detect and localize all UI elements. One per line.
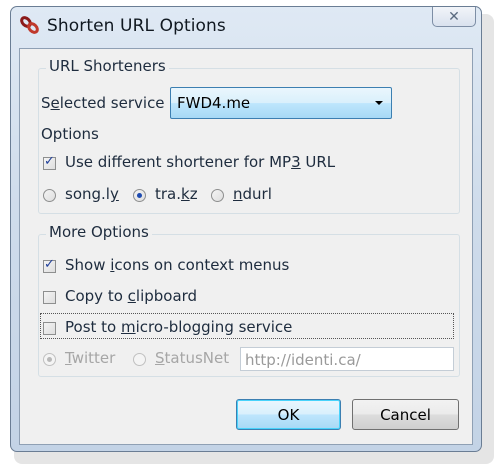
radio-trakz-label[interactable]: tra.kz: [155, 185, 198, 203]
use-different-shortener-checkbox[interactable]: ✓: [43, 154, 56, 170]
selected-service-label: Selected service: [41, 94, 165, 112]
close-icon: ✕: [448, 8, 460, 25]
show-icons-checkbox[interactable]: ✓: [43, 257, 56, 273]
radio-ndurl[interactable]: [211, 189, 224, 202]
radio-twitter-label[interactable]: Twitter: [65, 349, 115, 367]
title-bar[interactable]: Shorten URL Options ✕: [11, 7, 481, 49]
close-button[interactable]: ✕: [432, 7, 476, 27]
checkmark-icon: ✓: [44, 257, 55, 272]
dialog-client-area: URL Shorteners Selected service FWD4.me …: [19, 48, 473, 445]
radio-trakz[interactable]: [133, 189, 146, 202]
options-label: Options: [41, 125, 99, 143]
radio-songly-label[interactable]: song.ly: [65, 185, 119, 203]
service-select-value: FWD4.me: [177, 94, 251, 112]
radio-ndurl-label[interactable]: ndurl: [233, 185, 272, 203]
statusnet-url-input[interactable]: http://identi.ca/: [240, 347, 454, 371]
statusnet-url-value: http://identi.ca/: [245, 351, 361, 369]
window-title: Shorten URL Options: [47, 16, 226, 36]
url-shorteners-label: URL Shorteners: [46, 57, 169, 75]
service-select[interactable]: FWD4.me: [170, 87, 392, 119]
radio-twitter[interactable]: [43, 353, 56, 366]
more-options-label: More Options: [46, 223, 152, 241]
checkmark-icon: ✓: [44, 154, 55, 169]
post-to-microblog-checkbox[interactable]: [43, 322, 56, 335]
chain-link-icon: [20, 16, 39, 34]
options-dialog: Shorten URL Options ✕ URL Shorteners Sel…: [10, 6, 482, 452]
radio-selected-dot: [137, 193, 142, 198]
radio-statusnet-label[interactable]: StatusNet: [155, 349, 229, 367]
radio-selected-dot: [47, 357, 52, 362]
chevron-down-icon: [375, 101, 383, 105]
radio-statusnet[interactable]: [133, 353, 146, 366]
post-to-microblog-label[interactable]: Post to micro-blogging service: [65, 318, 292, 336]
copy-to-clipboard-label[interactable]: Copy to clipboard: [65, 287, 197, 305]
copy-to-clipboard-checkbox[interactable]: [43, 291, 56, 304]
ok-button[interactable]: OK: [236, 399, 341, 430]
show-icons-label[interactable]: Show icons on context menus: [65, 256, 289, 274]
radio-songly[interactable]: [43, 189, 56, 202]
cancel-button[interactable]: Cancel: [352, 399, 459, 430]
use-different-shortener-label[interactable]: Use different shortener for MP3 URL: [65, 153, 335, 171]
